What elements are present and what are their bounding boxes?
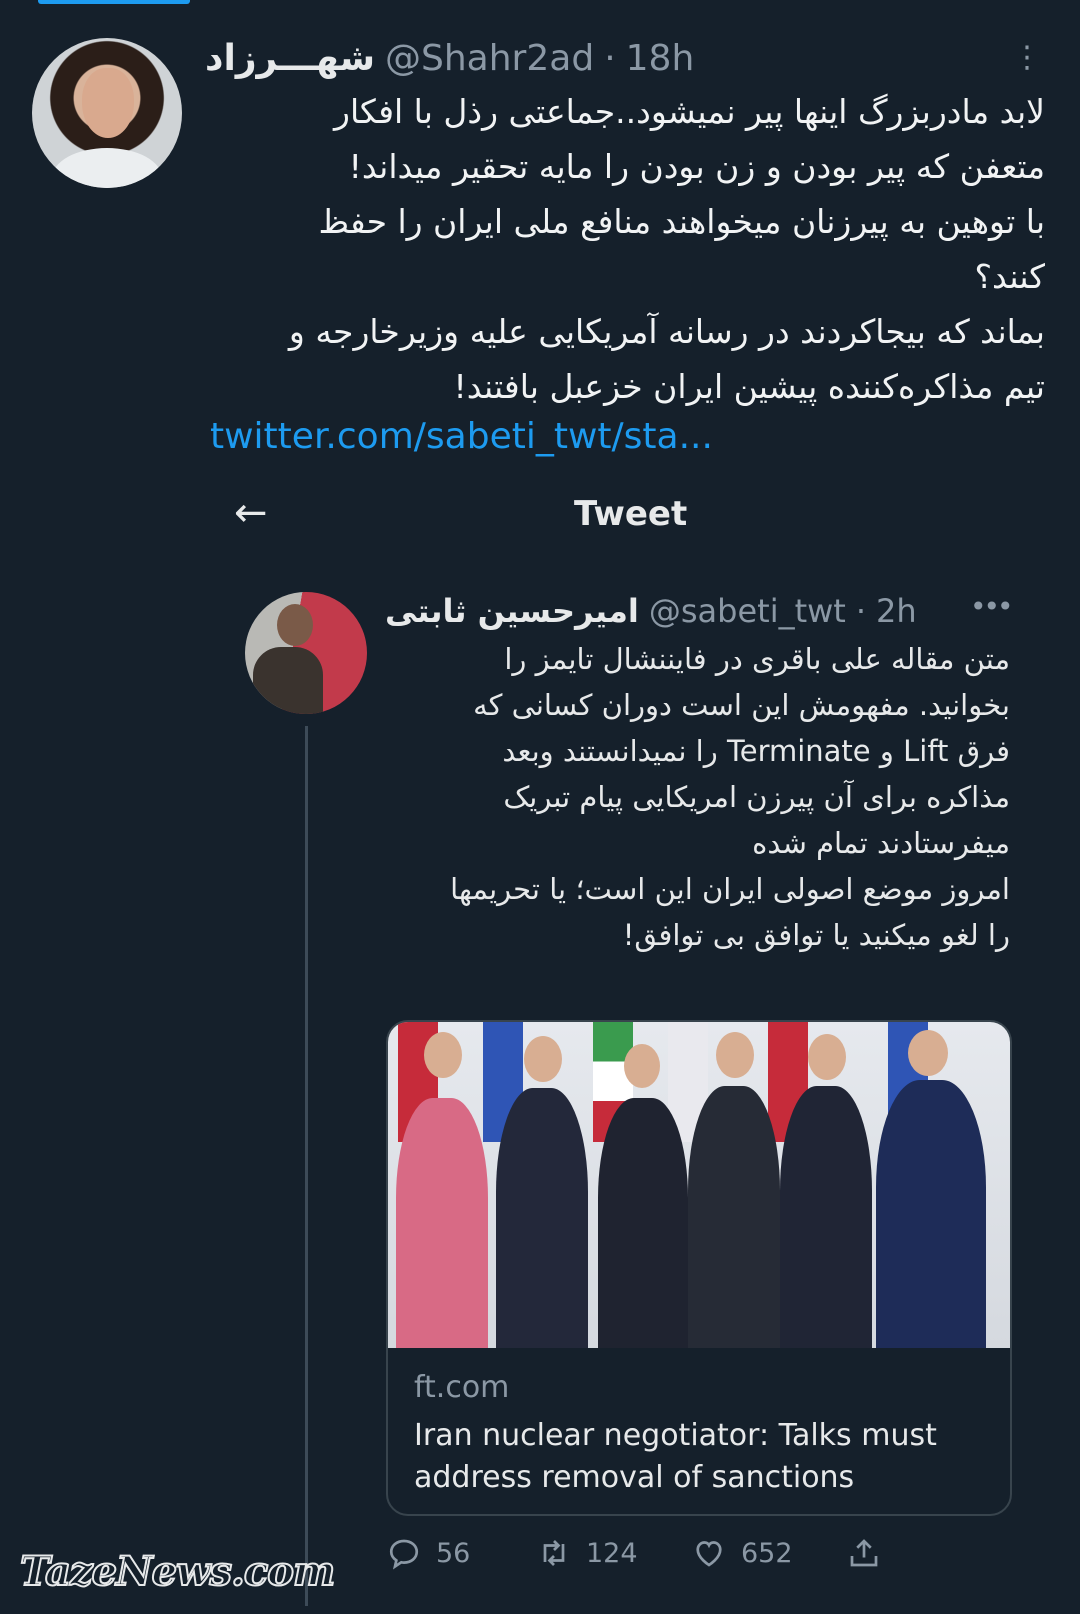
quoted-separator: ·	[855, 592, 867, 630]
heart-icon	[696, 1541, 722, 1567]
article-photo	[388, 1022, 1010, 1348]
embedded-header-title: Tweet	[574, 494, 688, 534]
retweet-count: 124	[586, 1537, 638, 1569]
tweet-actions: 56 124 652	[386, 1528, 1006, 1578]
retweet-button[interactable]: 124	[536, 1528, 638, 1578]
card-title: Iran nuclear negotiator: Talks must addr…	[414, 1418, 937, 1495]
reply-count: 56	[436, 1537, 471, 1569]
tweet-timestamp[interactable]: 18h	[626, 38, 695, 79]
reply-icon	[389, 1539, 419, 1570]
tweet-header: شهـــرزاد @Shahr2ad · 18h	[205, 30, 1005, 86]
site-watermark: TazeNews.com	[19, 1547, 336, 1596]
tweet-text: لابد مادربزرگ اینها پیر نمیشود..جماعتی ر…	[288, 92, 1045, 406]
header-separator: ·	[604, 37, 616, 79]
author-avatar[interactable]	[32, 38, 182, 188]
like-count: 652	[741, 1537, 793, 1569]
quoted-author-handle: @sabeti_twt	[648, 592, 846, 630]
reply-button[interactable]: 56	[386, 1528, 470, 1578]
link-preview-card[interactable]: ft.com Iran nuclear negotiator: Talks mu…	[386, 1020, 1012, 1516]
back-arrow-icon: ←	[234, 490, 268, 536]
author-display-name[interactable]: شهـــرزاد	[205, 38, 375, 79]
card-domain: ft.com	[414, 1370, 510, 1405]
quoted-timestamp: 2h	[876, 592, 917, 630]
quoted-more-icon: •••	[970, 590, 1014, 623]
tweet-link[interactable]: twitter.com/sabeti_twt/sta...	[210, 416, 713, 457]
retweet-icon	[543, 1540, 565, 1566]
embedded-screenshot-header: ← Tweet	[214, 486, 1034, 546]
more-options-icon[interactable]: ⋮	[1010, 30, 1042, 86]
quoted-author-name: امیرحسین ثابتی	[385, 592, 639, 630]
share-button[interactable]	[846, 1528, 882, 1578]
share-icon	[850, 1539, 878, 1567]
thread-line	[305, 726, 308, 1606]
top-tab-indicator	[38, 0, 190, 4]
like-button[interactable]: 652	[691, 1528, 793, 1578]
quoted-tweet-text: متن مقاله علی باقری در فایننشال تایمز را…	[450, 642, 1010, 952]
quoted-author-avatar	[245, 592, 367, 714]
quoted-tweet-header: امیرحسین ثابتی @sabeti_twt · 2h	[385, 588, 1005, 634]
author-handle[interactable]: @Shahr2ad	[385, 38, 594, 79]
